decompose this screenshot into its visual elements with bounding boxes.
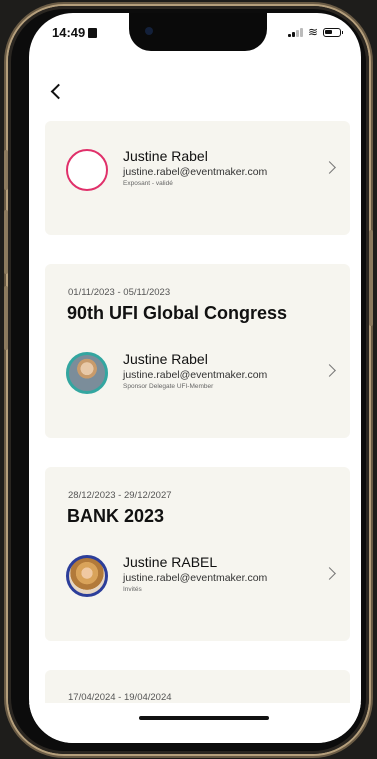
person-role: Invités bbox=[123, 586, 142, 593]
person-role: Exposant - validé bbox=[123, 180, 173, 187]
status-time: 14:49 bbox=[52, 25, 98, 40]
event-dates: 01/11/2023 - 05/11/2023 bbox=[68, 287, 171, 298]
battery-icon bbox=[323, 27, 343, 37]
phone-power-button bbox=[369, 230, 373, 326]
screen: 14:49 ≋ Justine Rabel justine.rabel@even… bbox=[29, 13, 361, 743]
status-icons: ≋ bbox=[288, 25, 343, 39]
event-dates: 28/12/2023 - 29/12/2027 bbox=[68, 490, 172, 501]
camera-icon bbox=[145, 27, 153, 35]
person-name: Justine Rabel bbox=[123, 351, 208, 367]
event-card: 01/11/2023 - 05/11/2023 90th UFI Global … bbox=[45, 264, 350, 438]
id-card-icon bbox=[88, 28, 98, 38]
event-dates: 17/04/2024 - 19/04/2024 bbox=[68, 692, 172, 703]
avatar bbox=[66, 352, 108, 394]
wifi-icon: ≋ bbox=[307, 25, 318, 39]
person-name: Justine RABEL bbox=[123, 554, 218, 570]
notch bbox=[129, 13, 267, 51]
home-indicator[interactable] bbox=[139, 716, 269, 720]
registration-row[interactable]: Justine Rabel justine.rabel@eventmaker.c… bbox=[66, 351, 336, 402]
avatar bbox=[66, 555, 108, 597]
person-role: Sponsor Delegate UFI-Member bbox=[123, 383, 214, 390]
person-email: justine.rabel@eventmaker.com bbox=[123, 369, 268, 381]
phone-silent-switch bbox=[4, 150, 8, 190]
chevron-right-icon bbox=[323, 364, 336, 377]
event-title: 90th UFI Global Congress bbox=[67, 303, 288, 323]
phone-volume-up bbox=[4, 210, 8, 274]
avatar bbox=[66, 149, 108, 191]
chevron-right-icon bbox=[323, 161, 336, 174]
event-card: Justine Rabel justine.rabel@eventmaker.c… bbox=[45, 121, 350, 235]
status-time-text: 14:49 bbox=[52, 25, 86, 40]
event-card: 28/12/2023 - 29/12/2027 BANK 2023 Justin… bbox=[45, 467, 350, 641]
event-title: BANK 2023 bbox=[67, 506, 165, 526]
person-email: justine.rabel@eventmaker.com bbox=[123, 572, 268, 584]
signal-icon bbox=[288, 27, 303, 37]
chevron-right-icon bbox=[323, 567, 336, 580]
person-name: Justine Rabel bbox=[123, 148, 208, 164]
bottom-safe-area bbox=[29, 703, 361, 743]
phone-volume-down bbox=[4, 286, 8, 350]
registration-row[interactable]: Justine RABEL justine.rabel@eventmaker.c… bbox=[66, 554, 336, 605]
person-email: justine.rabel@eventmaker.com bbox=[123, 166, 268, 178]
back-button[interactable] bbox=[49, 81, 65, 101]
registration-row[interactable]: Justine Rabel justine.rabel@eventmaker.c… bbox=[66, 148, 336, 199]
